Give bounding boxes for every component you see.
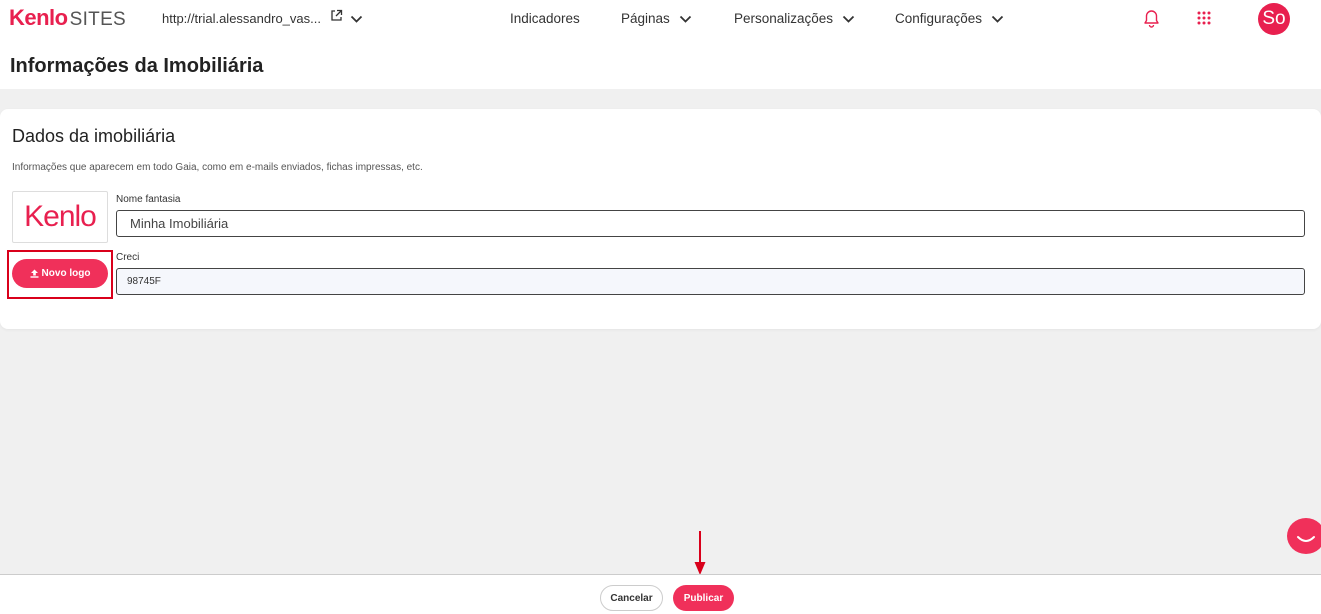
creci-input[interactable]: 98745F [116,268,1305,295]
company-logo-preview: Kenlo [12,191,108,243]
novo-logo-button[interactable]: Novo logo [12,259,108,288]
card-subtitle: Informações que aparecem em todo Gaia, c… [12,162,423,173]
footer-action-bar: Cancelar Publicar [0,574,1321,614]
cancel-button[interactable]: Cancelar [600,585,663,611]
nav-personalizacoes[interactable]: Personalizações [734,11,855,26]
brand-sites-text: SITES [69,9,127,30]
brand-kenlo-text: Kenlo [9,5,68,30]
nome-fantasia-label: Nome fantasia [116,194,181,205]
site-selector-chevron-down-icon[interactable] [350,11,363,29]
nav-paginas-label: Páginas [621,11,670,26]
company-logo-text: Kenlo [24,200,97,233]
upload-icon [30,269,39,278]
bell-icon[interactable] [1143,9,1160,33]
chat-smile-icon [1297,536,1315,542]
nav-paginas[interactable]: Páginas [621,11,692,26]
chevron-down-icon [679,15,691,23]
chevron-down-icon [842,15,855,23]
nav-configuracoes[interactable]: Configurações [895,11,1004,26]
creci-label: Creci [116,252,140,263]
nav-indicadores[interactable]: Indicadores [510,11,580,26]
page-header: Informações da Imobiliária [0,38,1321,89]
site-url-link[interactable]: http://trial.alessandro_vas... [162,11,321,26]
nav-configuracoes-label: Configurações [895,11,983,26]
publish-button[interactable]: Publicar [673,585,734,611]
user-avatar[interactable]: So [1258,3,1290,35]
creci-value: 98745F [127,276,161,287]
card-title: Dados da imobiliária [12,126,176,146]
kenlo-sites-logo[interactable]: Kenlo SITES [9,7,126,31]
nav-personalizacoes-label: Personalizações [734,11,834,26]
chevron-down-icon [991,15,1004,23]
dados-imobiliaria-card: Dados da imobiliária Informações que apa… [0,109,1321,329]
nome-fantasia-value: Minha Imobiliária [130,216,229,231]
nome-fantasia-input[interactable]: Minha Imobiliária [116,210,1305,237]
chat-support-bubble[interactable] [1287,518,1321,554]
external-link-icon[interactable] [330,9,343,27]
page-title: Informações da Imobiliária [10,55,264,77]
novo-logo-button-label: Novo logo [41,268,91,279]
nav-indicadores-label: Indicadores [510,11,580,26]
apps-grid-icon[interactable] [1197,11,1211,30]
top-bar: Kenlo SITES http://trial.alessandro_vas.… [0,0,1321,38]
